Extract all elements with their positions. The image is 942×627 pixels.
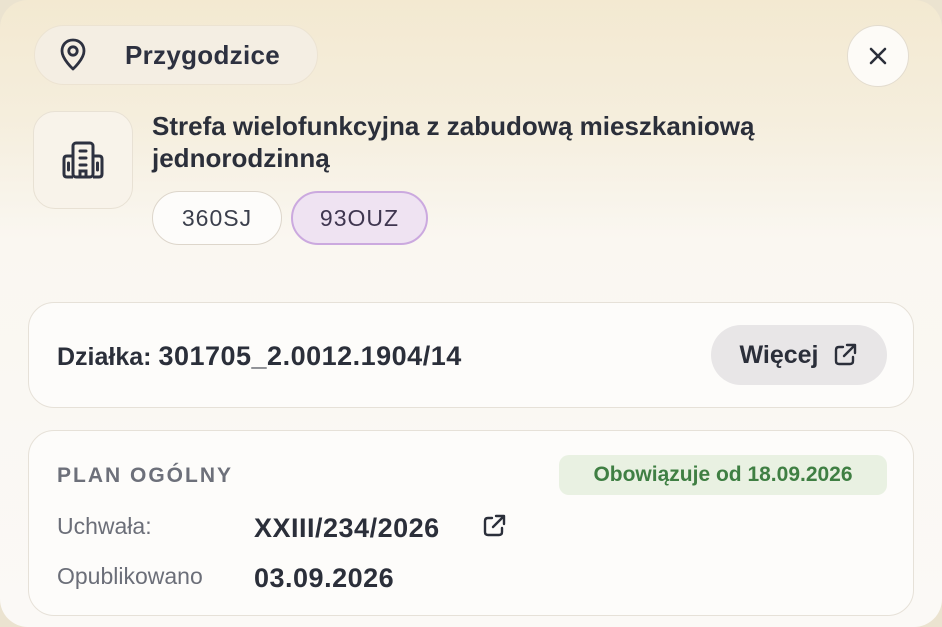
zone-title: Strefa wielofunkcyjna z zabudową mieszka… <box>152 111 755 173</box>
published-label: Opublikowano <box>57 563 203 589</box>
location-name: Przygodzice <box>125 39 281 70</box>
zone-tag-highlighted[interactable]: 93OUZ <box>291 191 428 245</box>
resolution-label: Uchwała: <box>57 513 152 539</box>
parcel-label: Działka: <box>57 343 152 371</box>
status-badge: Obowiązuje od 18.09.2026 <box>559 455 887 495</box>
parcel-card: Działka: 301705_2.0012.1904/14 Więcej <box>28 302 914 408</box>
location-pill[interactable]: Przygodzice <box>34 25 318 85</box>
more-button-label: Więcej <box>739 340 819 369</box>
published-date: 03.09.2026 <box>254 563 395 593</box>
external-link-icon[interactable] <box>481 513 507 539</box>
plan-card: PLAN OGÓLNY Obowiązuje od 18.09.2026 Uch… <box>28 430 914 616</box>
more-button[interactable]: Więcej <box>711 325 887 385</box>
parcel-info-panel: Przygodzice Strefa wielofunkcyjna z zabu… <box>0 0 942 627</box>
parcel-id: Działka: 301705_2.0012.1904/14 <box>57 341 462 372</box>
zone-tag[interactable]: 360SJ <box>152 191 282 245</box>
close-button[interactable] <box>847 25 909 87</box>
close-icon <box>869 47 887 65</box>
building-icon <box>62 141 104 179</box>
resolution-link[interactable]: XXIII/234/2026 <box>254 513 440 544</box>
zone-icon-tile <box>33 111 133 209</box>
plan-heading: PLAN OGÓLNY <box>57 464 234 487</box>
map-pin-icon <box>35 38 111 72</box>
external-link-icon <box>835 343 857 366</box>
parcel-number: 301705_2.0012.1904/14 <box>158 341 462 371</box>
